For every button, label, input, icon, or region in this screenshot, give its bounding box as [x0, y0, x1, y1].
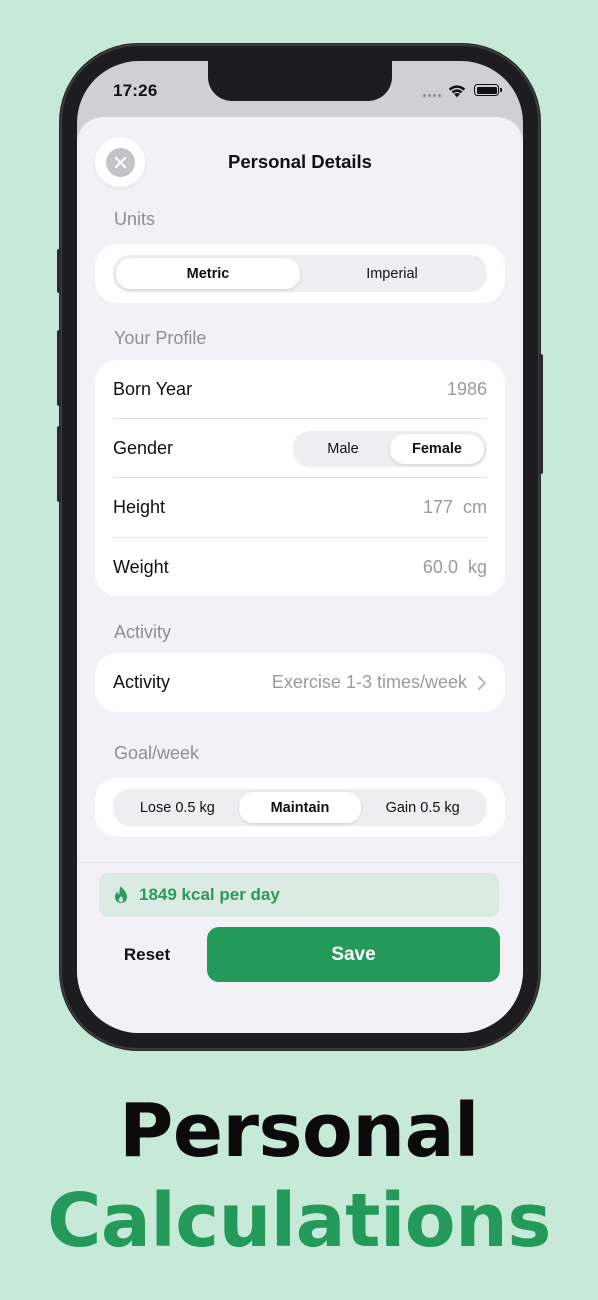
battery-icon: [474, 84, 502, 96]
height-unit: cm: [463, 497, 487, 517]
phone-frame: 17:26 Personal Details Units Metric Impe…: [57, 44, 543, 1050]
units-option-metric[interactable]: Metric: [116, 258, 300, 289]
reset-button[interactable]: Reset: [103, 929, 191, 981]
weight-label: Weight: [113, 557, 169, 577]
bottom-separator: [77, 862, 523, 863]
camera-notch: [208, 61, 392, 101]
height-value-group[interactable]: 177 cm: [423, 497, 487, 518]
gender-option-male[interactable]: Male: [296, 434, 390, 464]
units-segmented-control: Metric Imperial: [113, 255, 487, 292]
gender-segmented-control: Male Female: [293, 431, 487, 467]
volume-down-button: [57, 426, 61, 502]
gender-option-female[interactable]: Female: [390, 434, 484, 464]
goal-card: Lose 0.5 kg Maintain Gain 0.5 kg: [95, 778, 505, 837]
phone-screen: 17:26 Personal Details Units Metric Impe…: [77, 61, 523, 1033]
headline-line-2: Calculations: [47, 1178, 551, 1264]
gender-label: Gender: [113, 438, 174, 458]
chevron-right-icon: [478, 675, 486, 690]
weight-row[interactable]: Weight 60.0 kg: [113, 538, 487, 597]
kcal-summary-banner: 1849 kcal per day: [99, 873, 499, 917]
goal-option-lose[interactable]: Lose 0.5 kg: [116, 792, 239, 823]
cellular-signal-icon: [423, 94, 441, 97]
save-button[interactable]: Save: [207, 927, 500, 982]
weight-unit: kg: [467, 557, 487, 577]
status-time: 17:26: [113, 81, 158, 100]
weight-value: 60.0: [422, 557, 458, 577]
headline-line-1: Personal: [119, 1088, 479, 1174]
sheet-title: Personal Details: [228, 151, 372, 172]
goal-option-maintain[interactable]: Maintain: [238, 792, 362, 823]
units-section-label: Units: [114, 209, 156, 229]
power-button: [539, 354, 543, 474]
weight-value-group[interactable]: 60.0 kg: [423, 557, 487, 578]
profile-card: Born Year 1986 Gender Male Female Height…: [95, 360, 505, 596]
units-option-imperial[interactable]: Imperial: [300, 258, 484, 289]
mute-switch: [57, 249, 61, 293]
height-value: 177: [422, 497, 453, 517]
born-year-value[interactable]: 1986: [447, 379, 487, 400]
goal-segmented-control: Lose 0.5 kg Maintain Gain 0.5 kg: [113, 789, 487, 826]
activity-value: Exercise 1-3 times/week: [271, 672, 467, 692]
height-row[interactable]: Height 177 cm: [113, 478, 487, 537]
activity-section-label: Activity: [114, 622, 172, 642]
activity-row[interactable]: Activity Exercise 1-3 times/week: [113, 653, 487, 712]
kcal-per-day-text: 1849 kcal per day: [139, 885, 280, 904]
personal-details-sheet: Personal Details Units Metric Imperial Y…: [77, 117, 523, 1033]
flame-icon: [115, 886, 127, 903]
activity-card: Activity Exercise 1-3 times/week: [95, 653, 505, 712]
activity-label: Activity: [113, 672, 171, 692]
wifi-icon: [448, 85, 466, 98]
born-year-row[interactable]: Born Year 1986: [113, 360, 487, 419]
height-label: Height: [113, 497, 166, 517]
volume-up-button: [57, 330, 61, 406]
born-year-label: Born Year: [113, 379, 193, 399]
units-card: Metric Imperial: [95, 244, 505, 303]
goal-option-gain[interactable]: Gain 0.5 kg: [361, 792, 484, 823]
profile-section-label: Your Profile: [114, 328, 207, 348]
goal-section-label: Goal/week: [114, 743, 200, 763]
